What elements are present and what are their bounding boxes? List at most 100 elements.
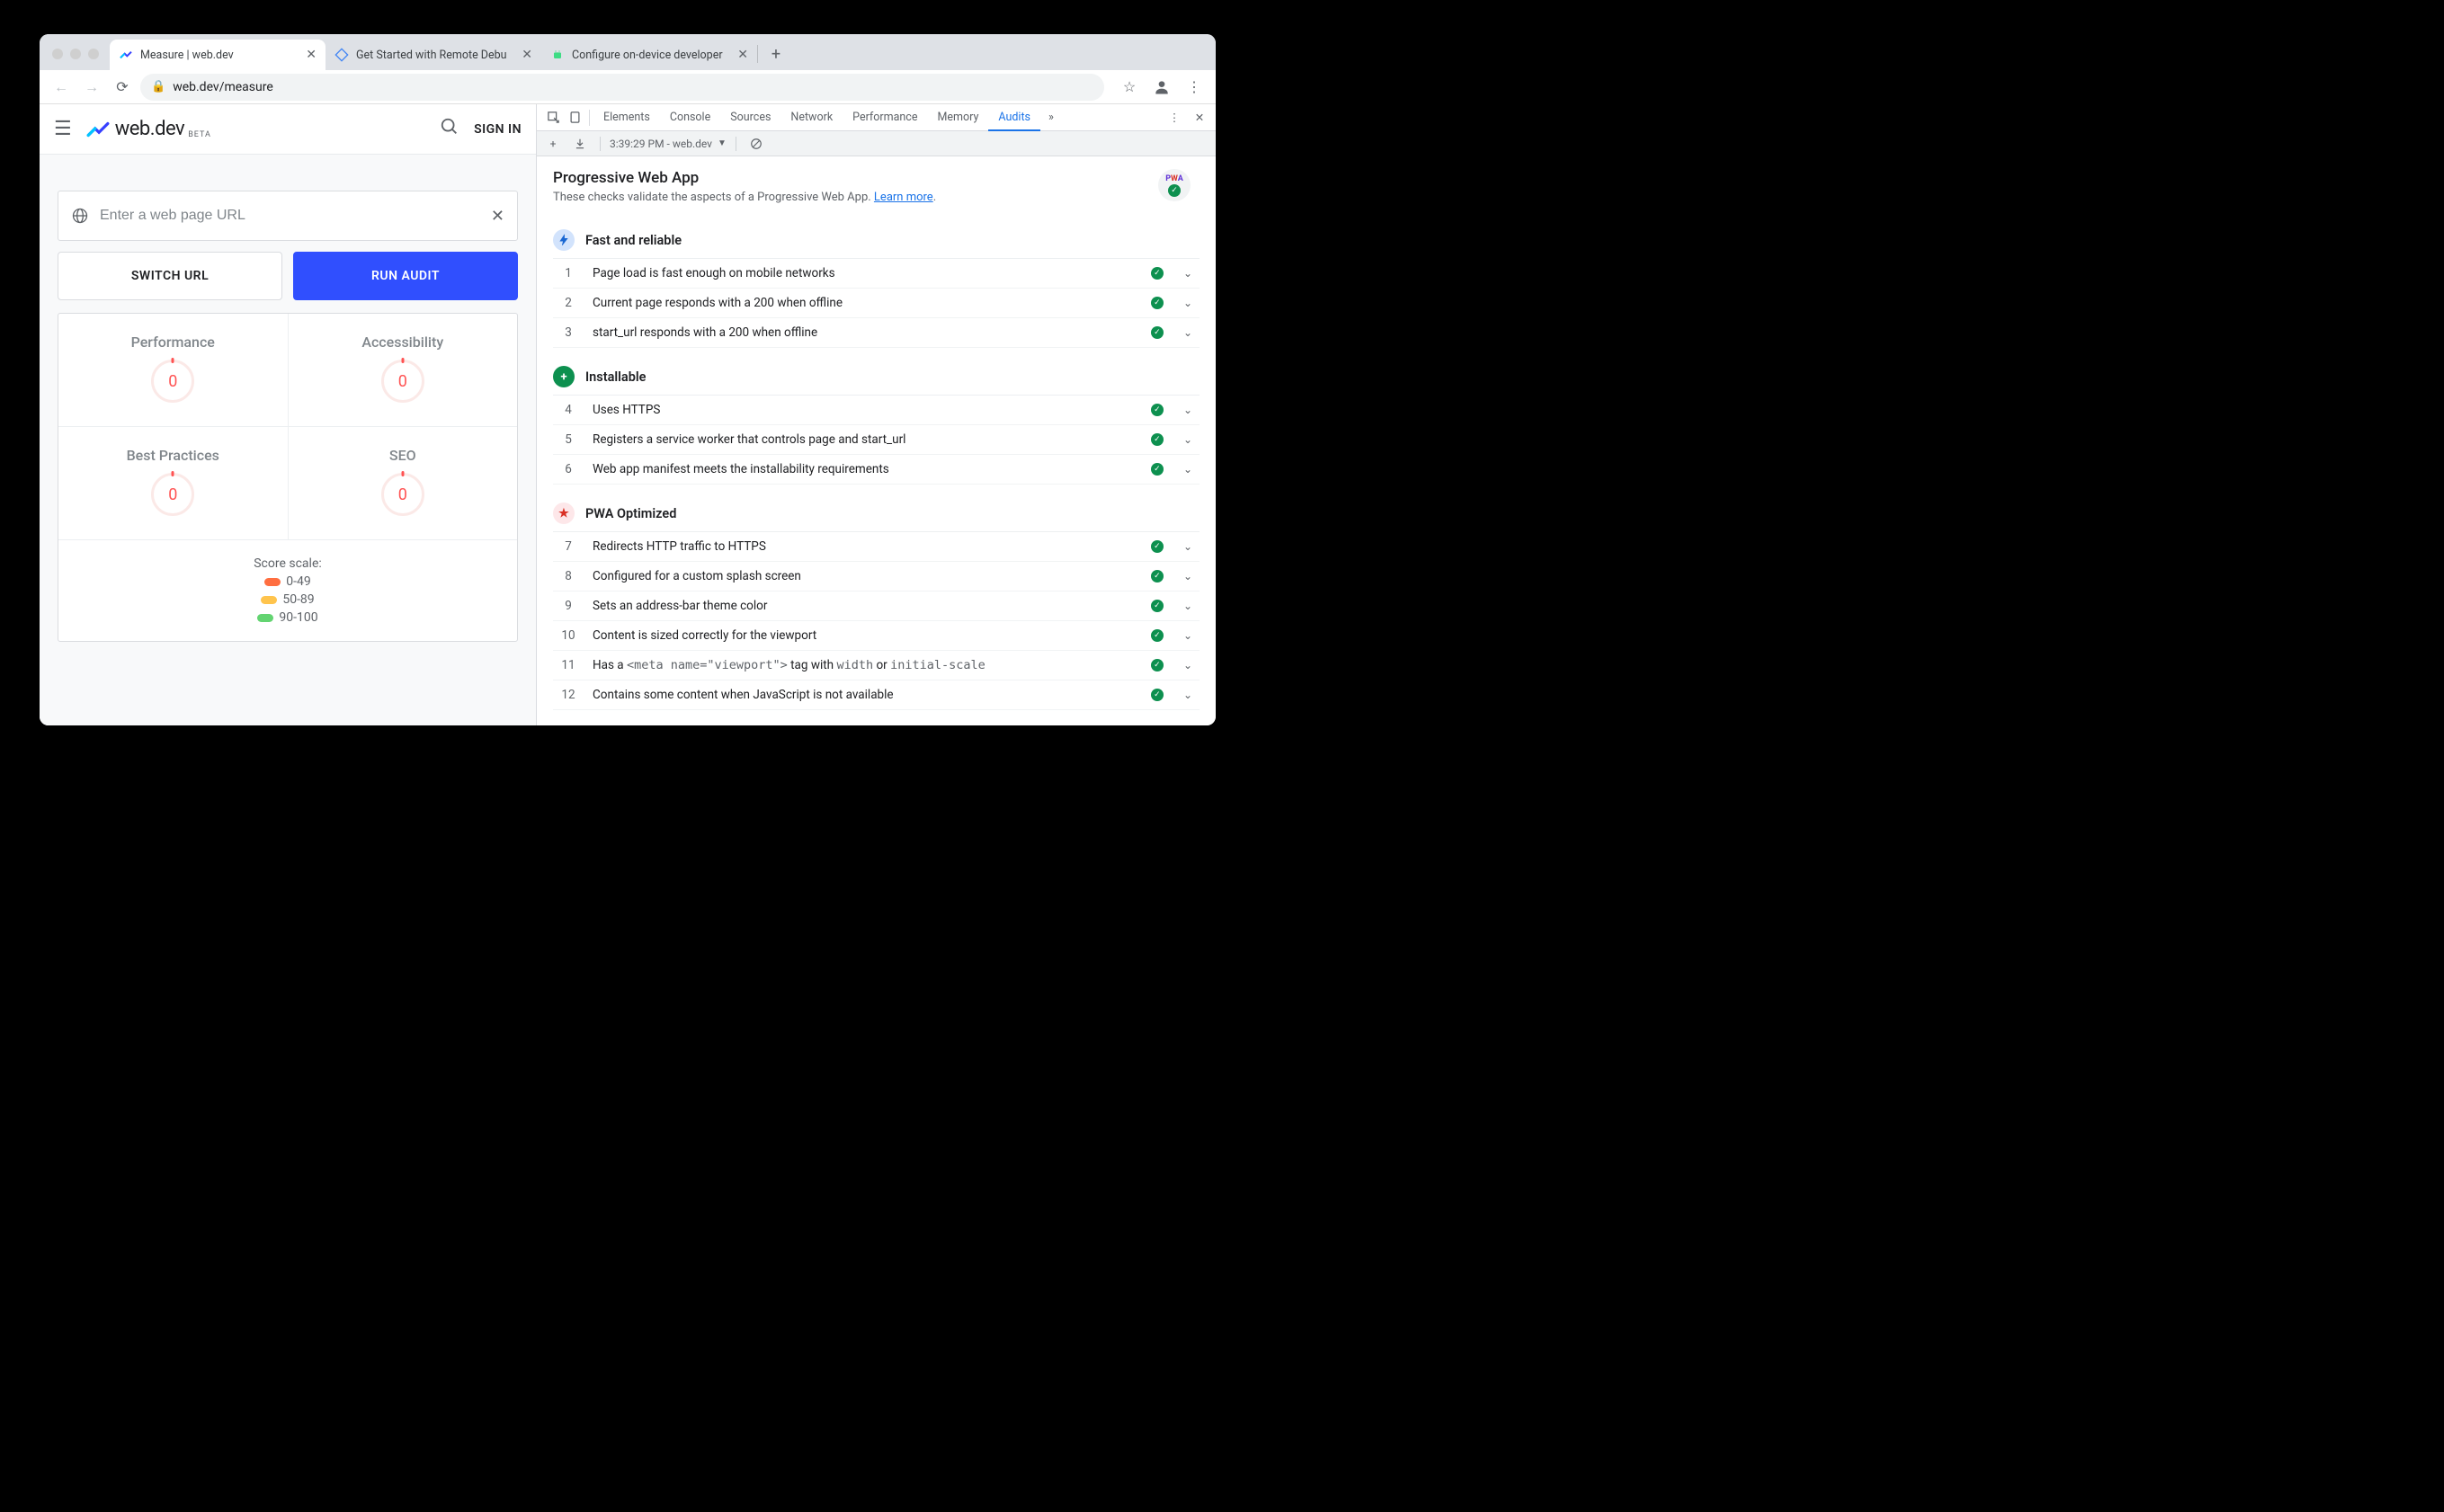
chevron-down-icon[interactable]: ⌄ [1180, 326, 1196, 339]
audits-subtoolbar: + 3:39:29 PM - web.dev ▼ [537, 131, 1216, 156]
tab-network[interactable]: Network [780, 104, 843, 130]
pass-check-icon: ✓ [1151, 433, 1164, 446]
new-tab-button[interactable]: + [763, 41, 789, 67]
audit-item-row[interactable]: 3start_url responds with a 200 when offl… [553, 318, 1200, 348]
chevron-down-icon[interactable]: ⌄ [1180, 689, 1196, 701]
close-tab-icon[interactable]: ✕ [306, 48, 317, 62]
logo-text: web.dev [115, 118, 184, 140]
clear-input-icon[interactable]: ✕ [491, 207, 504, 226]
chevron-down-icon[interactable]: ⌄ [1180, 540, 1196, 553]
browser-window: Measure | web.dev ✕ Get Started with Rem… [40, 34, 1216, 725]
browser-tab[interactable]: Measure | web.dev ✕ [110, 40, 326, 70]
audit-text: Contains some content when JavaScript is… [593, 688, 1135, 702]
audit-number: 5 [560, 432, 576, 447]
chevron-down-icon[interactable]: ⌄ [1180, 433, 1196, 446]
tab-title: Measure | web.dev [140, 49, 299, 62]
profile-icon[interactable] [1149, 75, 1174, 100]
audit-text: Configured for a custom splash screen [593, 569, 1135, 583]
signin-button[interactable]: SIGN IN [474, 122, 522, 137]
audit-item-row[interactable]: 11Has a <meta name="viewport"> tag with … [553, 651, 1200, 680]
lock-icon: 🔒 [151, 80, 165, 93]
webdev-logo[interactable]: web.dev BETA [86, 118, 211, 141]
run-audit-button[interactable]: RUN AUDIT [293, 252, 518, 300]
legend-dot-yellow [261, 596, 277, 604]
chevron-down-icon[interactable]: ⌄ [1180, 297, 1196, 309]
kebab-menu-icon[interactable]: ⋮ [1182, 75, 1207, 100]
audit-item-row[interactable]: 7Redirects HTTP traffic to HTTPS✓⌄ [553, 532, 1200, 562]
audit-text: Current page responds with a 200 when of… [593, 296, 1135, 310]
url-input[interactable] [100, 208, 480, 224]
audit-number: 1 [560, 266, 576, 280]
download-report-icon[interactable] [569, 133, 591, 155]
audit-item-row[interactable]: 1Page load is fast enough on mobile netw… [553, 259, 1200, 289]
bookmark-icon[interactable]: ☆ [1117, 75, 1142, 100]
browser-tab[interactable]: Get Started with Remote Debu ✕ [326, 40, 541, 70]
audit-number: 10 [560, 628, 576, 643]
pass-check-icon: ✓ [1151, 629, 1164, 642]
address-bar[interactable]: 🔒 web.dev/measure [140, 74, 1104, 101]
reload-button[interactable]: ⟳ [110, 75, 135, 100]
audit-number: 7 [560, 539, 576, 554]
audit-item-row[interactable]: 10Content is sized correctly for the vie… [553, 621, 1200, 651]
back-button[interactable]: ← [49, 75, 74, 100]
audit-item-row[interactable]: 4Uses HTTPS✓⌄ [553, 396, 1200, 425]
chevron-down-icon[interactable]: ⌄ [1180, 659, 1196, 672]
close-tab-icon[interactable]: ✕ [737, 48, 748, 62]
window-minimize-icon[interactable] [70, 49, 81, 59]
switch-url-button[interactable]: SWITCH URL [58, 252, 282, 300]
audit-item-row[interactable]: 12Contains some content when JavaScript … [553, 680, 1200, 710]
audit-text: Uses HTTPS [593, 403, 1135, 417]
audit-item-row[interactable]: 6Web app manifest meets the installabili… [553, 455, 1200, 485]
score-grid: Performance 0 Accessibility 0 Best Pract… [58, 313, 518, 642]
forward-button[interactable]: → [79, 75, 104, 100]
manual-check-group[interactable]: Additional items to manually check 3 aud… [553, 719, 1200, 725]
new-audit-icon[interactable]: + [542, 133, 564, 155]
learn-more-link[interactable]: Learn more [874, 191, 933, 204]
window-zoom-icon[interactable] [88, 49, 99, 59]
chevron-down-icon[interactable]: ⌄ [1180, 267, 1196, 280]
group-title: Installable [585, 369, 646, 385]
chevron-down-icon[interactable]: ⌄ [1180, 570, 1196, 583]
tab-separator [757, 45, 758, 63]
tab-elements[interactable]: Elements [593, 104, 660, 130]
more-tabs-icon[interactable]: » [1040, 107, 1062, 129]
window-close-icon[interactable] [52, 49, 63, 59]
clear-icon[interactable] [745, 133, 767, 155]
hamburger-menu-icon[interactable]: ☰ [54, 118, 72, 140]
chevron-down-icon[interactable]: ⌄ [1180, 404, 1196, 416]
audit-item-row[interactable]: 8Configured for a custom splash screen✓⌄ [553, 562, 1200, 591]
close-tab-icon[interactable]: ✕ [522, 48, 532, 62]
tab-console[interactable]: Console [660, 104, 720, 130]
devtools-kebab-icon[interactable]: ⋮ [1164, 107, 1185, 129]
tab-performance[interactable]: Performance [843, 104, 927, 130]
browser-toolbar: ← → ⟳ 🔒 web.dev/measure ☆ ⋮ [40, 70, 1216, 104]
audit-item-row[interactable]: 2Current page responds with a 200 when o… [553, 289, 1200, 318]
devtools-close-icon[interactable]: ✕ [1189, 107, 1210, 129]
audit-item-row[interactable]: 9Sets an address-bar theme color✓⌄ [553, 591, 1200, 621]
browser-tab[interactable]: Configure on-device developer ✕ [541, 40, 757, 70]
pass-check-icon: ✓ [1151, 326, 1164, 339]
audit-report: PWA ✓ Progressive Web App These checks v… [537, 156, 1216, 725]
score-gauge: 0 [381, 473, 424, 516]
audit-number: 6 [560, 462, 576, 476]
chevron-down-icon[interactable]: ⌄ [1180, 463, 1196, 476]
chevron-down-icon[interactable]: ⌄ [1180, 629, 1196, 642]
legend-range: 0-49 [286, 574, 310, 589]
legend-range: 50-89 [282, 592, 314, 607]
check-icon: ✓ [1168, 184, 1181, 197]
inspect-element-icon[interactable] [542, 107, 564, 129]
score-cell: Accessibility 0 [289, 314, 518, 427]
score-legend: Score scale: 0-49 50-89 90-100 [58, 540, 517, 641]
tab-strip: Measure | web.dev ✕ Get Started with Rem… [40, 34, 1216, 70]
audit-text: Sets an address-bar theme color [593, 599, 1135, 613]
chevron-down-icon[interactable]: ⌄ [1180, 600, 1196, 612]
tab-audits[interactable]: Audits [988, 105, 1040, 131]
search-icon[interactable] [440, 117, 459, 141]
tab-memory[interactable]: Memory [927, 104, 988, 130]
dropdown-caret-icon[interactable]: ▼ [718, 138, 727, 148]
pass-check-icon: ✓ [1151, 659, 1164, 672]
tab-sources[interactable]: Sources [720, 104, 780, 130]
legend-dot-red [264, 578, 281, 586]
audit-item-row[interactable]: 5Registers a service worker that control… [553, 425, 1200, 455]
device-mode-icon[interactable] [564, 107, 585, 129]
